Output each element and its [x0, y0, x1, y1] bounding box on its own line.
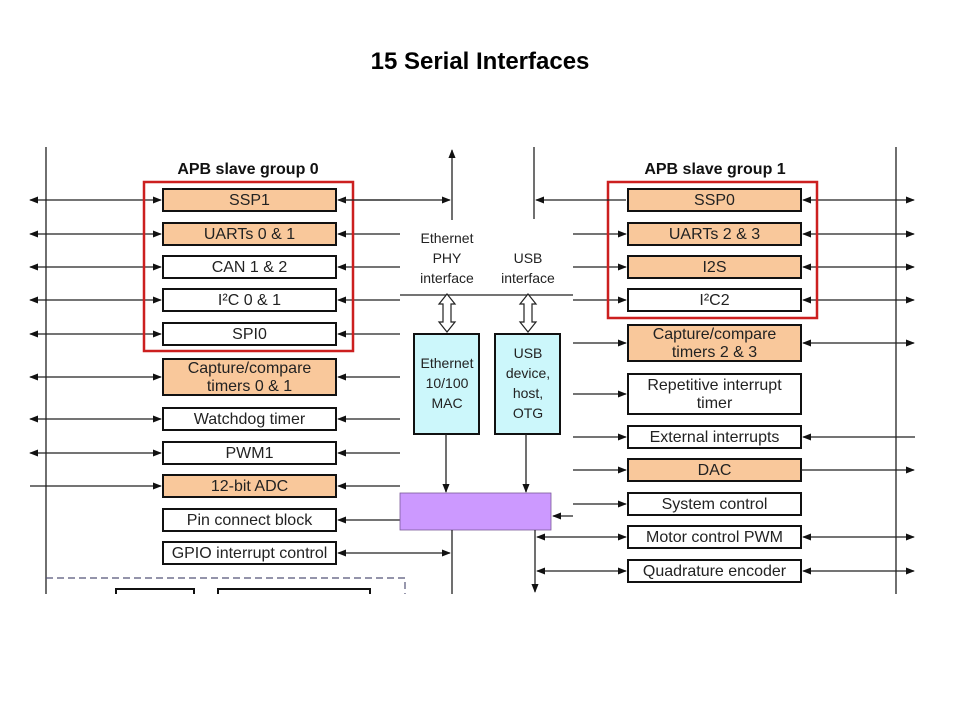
- block-capture-compare-timers-2-3[interactable]: Capture/comparetimers 2 & 3: [627, 324, 802, 362]
- block-can-1-2[interactable]: CAN 1 & 2: [162, 255, 337, 279]
- block-dac[interactable]: DAC: [627, 458, 802, 482]
- block-label: DAC: [698, 462, 732, 479]
- usb-device-text: OTG: [513, 405, 543, 421]
- usb-interface-text: interface: [501, 270, 555, 286]
- block-external-interrupts[interactable]: External interrupts: [627, 425, 802, 449]
- block-diagram: APB slave group 0 APB slave group 1 SSP1…: [29, 147, 915, 594]
- block-label: UARTs 0 & 1: [204, 226, 295, 243]
- apb-group-0: SSP1 UARTs 0 & 1 CAN 1 & 2 I²C 0 & 1 SPI0 Cap…: [29, 188, 451, 565]
- block-label: I²C 0 & 1: [218, 292, 281, 309]
- ethernet-phy-label: Ethernet PHY interface: [420, 230, 474, 286]
- block-label: 12-bit ADC: [211, 478, 288, 495]
- ethernet-mac-text: MAC: [431, 395, 462, 411]
- ethernet-phy-text: PHY: [433, 250, 462, 266]
- block-label: Watchdog timer: [194, 411, 306, 428]
- block-ssp1[interactable]: SSP1: [162, 188, 337, 212]
- block-12-bit-adc[interactable]: 12-bit ADC: [162, 474, 337, 498]
- ethernet-phy-text: Ethernet: [421, 230, 474, 246]
- block-label: SSP1: [229, 192, 270, 209]
- block-repetitive-interrupt-timer[interactable]: Repetitive interrupttimer: [627, 373, 802, 415]
- block-label: I2S: [702, 259, 726, 276]
- block-label: I²C2: [699, 292, 729, 309]
- block-system-control[interactable]: System control: [627, 492, 802, 516]
- block-ssp0[interactable]: SSP0: [627, 188, 802, 212]
- ethernet-mac-text: 10/100: [426, 375, 469, 391]
- block-i-c-0-1[interactable]: I²C 0 & 1: [162, 288, 337, 312]
- group0-title: APB slave group 0: [177, 161, 318, 178]
- group1-title: APB slave group 1: [644, 161, 785, 178]
- block-uarts-0-1[interactable]: UARTs 0 & 1: [162, 222, 337, 246]
- block-label: GPIO interrupt control: [172, 545, 328, 562]
- usb-device-text: device,: [506, 365, 550, 381]
- block-label: External interrupts: [650, 429, 780, 446]
- block-label: Pin connect block: [187, 512, 313, 529]
- block-label: timers 2 & 3: [672, 344, 757, 361]
- ethernet-phy-text: interface: [420, 270, 474, 286]
- usb-double-arrow: [518, 293, 538, 333]
- block-label: Capture/compare: [653, 326, 777, 343]
- memory-block-partial: [217, 588, 371, 594]
- block-spi0[interactable]: SPI0: [162, 322, 337, 346]
- block-i2s[interactable]: I2S: [627, 255, 802, 279]
- bridge-block[interactable]: [399, 492, 552, 531]
- usb-interface-text: USB: [514, 250, 543, 266]
- sram-block-partial: [115, 588, 195, 594]
- block-label: UARTs 2 & 3: [669, 226, 760, 243]
- block-label: timer: [697, 395, 733, 412]
- block-gpio-interrupt-control[interactable]: GPIO interrupt control: [162, 541, 337, 565]
- block-motor-control-pwm[interactable]: Motor control PWM: [627, 525, 802, 549]
- ethernet-mac-text: Ethernet: [421, 355, 474, 371]
- ethernet-phy-double-arrow: [437, 293, 457, 333]
- block-label: SSP0: [694, 192, 735, 209]
- block-label: Capture/compare: [188, 360, 312, 377]
- block-label: Motor control PWM: [646, 529, 783, 546]
- block-pin-connect-block[interactable]: Pin connect block: [162, 508, 337, 532]
- apb-group-1: SSP0UARTs 2 & 3I2SI²C2Capture/comparetim…: [536, 188, 915, 583]
- usb-device-text: USB: [514, 345, 543, 361]
- block-pwm1[interactable]: PWM1: [162, 441, 337, 465]
- block-label: SPI0: [232, 326, 267, 343]
- block-label: CAN 1 & 2: [212, 259, 288, 276]
- block-uarts-2-3[interactable]: UARTs 2 & 3: [627, 222, 802, 246]
- usb-interface-label: USB interface: [501, 250, 555, 286]
- block-label: System control: [662, 496, 768, 513]
- block-watchdog-timer[interactable]: Watchdog timer: [162, 407, 337, 431]
- block-label: PWM1: [226, 445, 274, 462]
- usb-device-text: host,: [513, 385, 543, 401]
- block-label: Repetitive interrupt: [647, 377, 782, 394]
- block-capture-compare-timers-0-1[interactable]: Capture/comparetimers 0 & 1: [162, 358, 337, 396]
- block-label: Quadrature encoder: [643, 563, 787, 580]
- block-i-c2[interactable]: I²C2: [627, 288, 802, 312]
- memory-region-dashed: [46, 577, 406, 594]
- block-quadrature-encoder[interactable]: Quadrature encoder: [627, 559, 802, 583]
- block-label: timers 0 & 1: [207, 378, 292, 395]
